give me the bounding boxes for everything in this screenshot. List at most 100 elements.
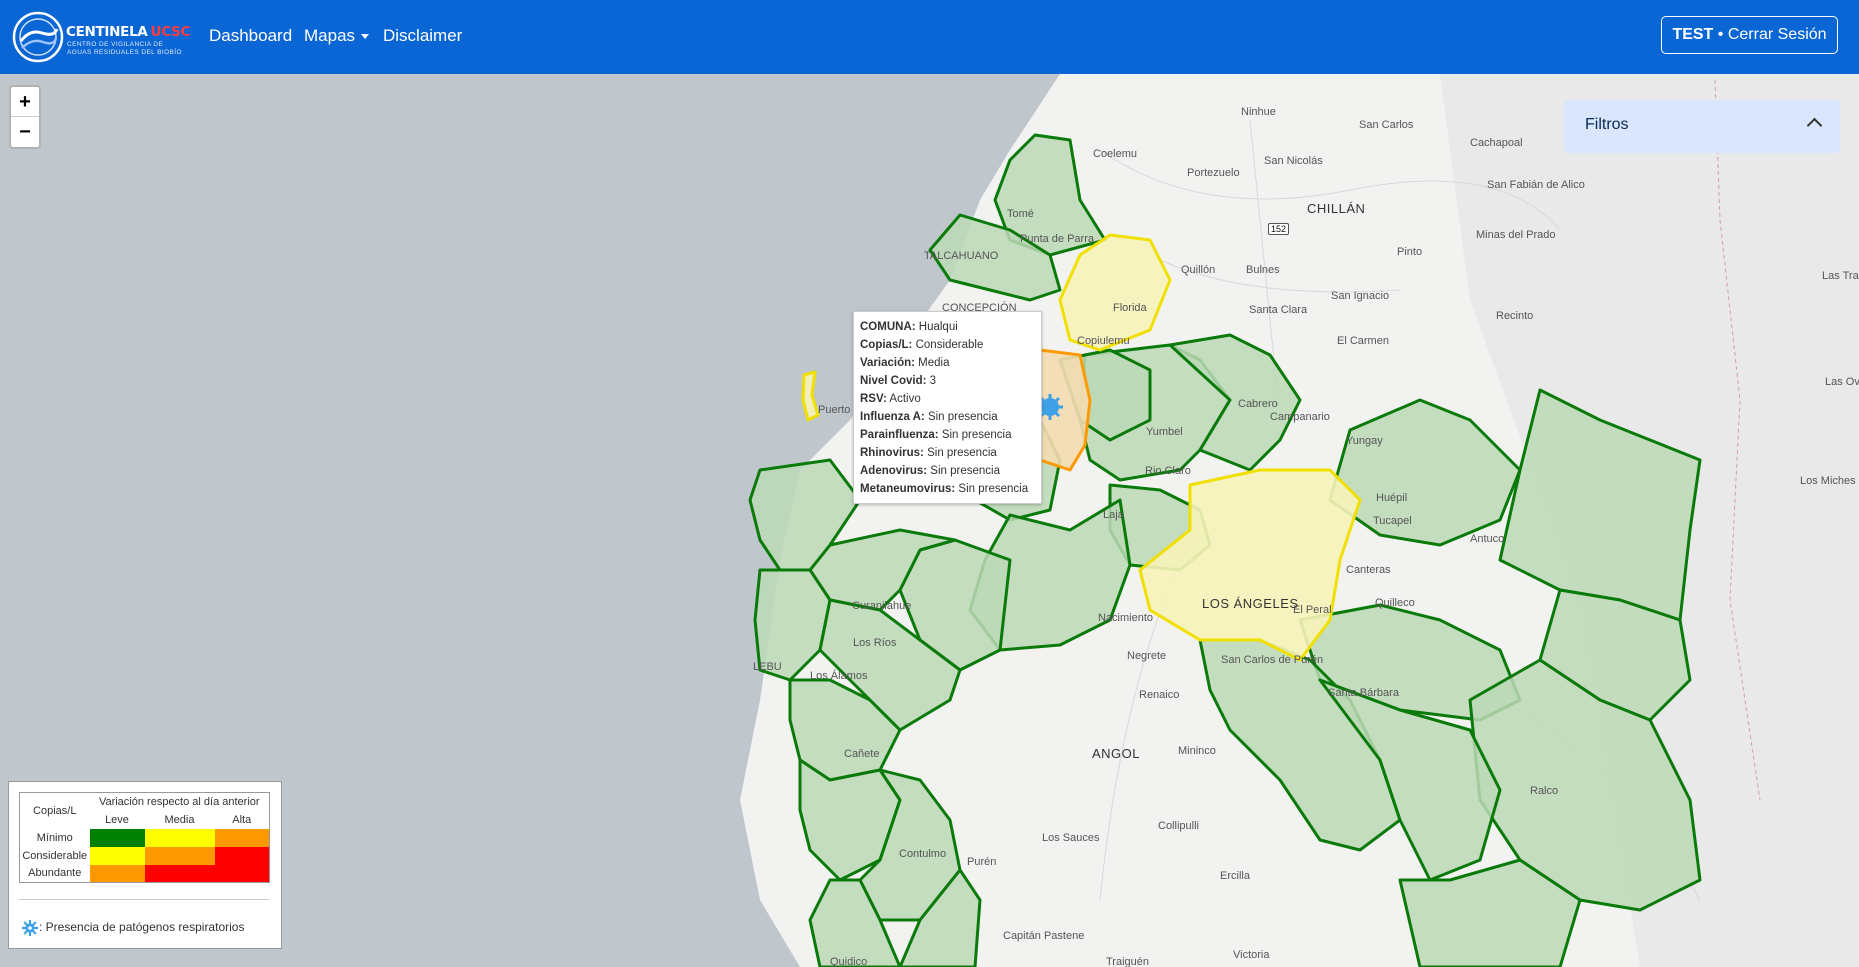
place-label: Las Ov <box>1825 376 1859 388</box>
pathogen-presence-icon <box>21 919 39 937</box>
legend-row-header: Considerable <box>22 849 88 862</box>
legend-swatch <box>89 846 145 865</box>
place-label: Yungay <box>1346 435 1383 447</box>
place-label: Los Ríos <box>853 637 897 649</box>
place-label: ANGOL <box>1092 746 1141 761</box>
legend-swatch <box>214 846 270 865</box>
place-label: Puerto <box>818 404 851 416</box>
legend-swatch <box>144 864 215 883</box>
legend-table: Copias/L Variación respecto al día anter… <box>19 792 270 883</box>
legend-row-header: Mínimo <box>36 831 73 844</box>
place-label: Bulnes <box>1246 264 1280 276</box>
legend-variacion-header: Variación respecto al día anterior <box>98 795 260 808</box>
place-label: Victoria <box>1233 949 1270 961</box>
place-label: Los Álamos <box>810 670 868 682</box>
place-label: Rio Claro <box>1145 465 1191 477</box>
place-label: Nacimiento <box>1098 612 1154 624</box>
place-label: Cachapoal <box>1470 137 1523 149</box>
brand-name: CENTINELA UCSC <box>66 24 191 40</box>
place-label: Antuco <box>1470 533 1505 545</box>
place-label: El Carmen <box>1337 335 1389 347</box>
legend-col-header: Media <box>164 813 195 826</box>
tooltip-row: Adenovirus: Sin presencia <box>860 465 1000 477</box>
place-label: San Ignacio <box>1331 290 1390 302</box>
place-label: Negrete <box>1127 650 1167 662</box>
place-label: LOS ÁNGELES <box>1202 596 1299 611</box>
place-label: Recinto <box>1496 310 1534 322</box>
brand-subtitle-line2: AGUAS RESIDUALES DEL BIOBÍO <box>67 49 182 56</box>
place-label: Capitán Pastene <box>1003 930 1085 942</box>
place-label: Pinto <box>1397 246 1423 258</box>
place-label: Renaico <box>1139 689 1180 701</box>
place-label: Collipulli <box>1158 820 1199 832</box>
commune-tooltip: COMUNA: Hualqui Copias/L: Considerable V… <box>853 311 1042 504</box>
tooltip-row: Metaneumovirus: Sin presencia <box>860 483 1029 495</box>
centinela-emblem-icon <box>12 11 64 63</box>
tooltip-row: Rhinovirus: Sin presencia <box>860 447 997 459</box>
legend-swatch <box>144 828 215 847</box>
brand-logo[interactable]: CENTINELA UCSC CENTRO DE VIGILANCIA DE AG… <box>12 11 190 63</box>
place-label: Portezuelo <box>1187 167 1240 179</box>
chevron-up-icon <box>1806 117 1823 134</box>
zoom-control: + − <box>9 85 41 149</box>
place-label: Curanilahue <box>852 600 912 612</box>
place-label: Mininco <box>1178 745 1216 757</box>
legend-swatch <box>89 864 145 883</box>
place-label: Copiulemu <box>1077 335 1130 347</box>
place-label: Purén <box>967 856 997 868</box>
legend-col-header: Alta <box>232 813 252 826</box>
legend-swatch <box>214 864 270 883</box>
place-label: Santa Bárbara <box>1328 687 1399 699</box>
place-label: Quidico <box>830 956 868 967</box>
place-label: Campanario <box>1270 411 1330 423</box>
place-label: LEBU <box>753 661 782 673</box>
nav-disclaimer-link[interactable]: Disclaimer <box>383 26 462 46</box>
place-label: Tomé <box>1007 208 1034 220</box>
place-label: Los Miches <box>1800 475 1856 487</box>
place-label: Punta de Parra <box>1020 233 1094 245</box>
tooltip-row: COMUNA: Hualqui <box>860 321 958 333</box>
place-label: San Nicolás <box>1264 155 1323 167</box>
place-label: Los Sauces <box>1042 832 1100 844</box>
place-label: Contulmo <box>899 848 947 860</box>
legend-presence-note: : Presencia de patógenos respiratorios <box>21 919 244 937</box>
logout-button[interactable]: TEST • Cerrar Sesión <box>1661 16 1838 54</box>
brand-subtitle-line1: CENTRO DE VIGILANCIA DE <box>67 41 164 48</box>
legend-col-header: Leve <box>105 813 129 826</box>
place-label: Santa Clara <box>1249 304 1308 316</box>
filters-title: Filtros <box>1585 116 1629 133</box>
tooltip-row: Copias/L: Considerable <box>860 339 984 351</box>
zoom-in-button[interactable]: + <box>11 87 39 117</box>
tooltip-row: Variación: Media <box>860 357 950 369</box>
legend-swatch <box>214 828 270 847</box>
caret-down-icon <box>361 34 370 40</box>
place-label: Florida <box>1113 302 1147 314</box>
legend-divider <box>19 899 269 900</box>
top-navbar: CENTINELA UCSC CENTRO DE VIGILANCIA DE AG… <box>0 0 1859 74</box>
legend-swatch <box>89 828 145 847</box>
zoom-out-button[interactable]: − <box>11 117 39 147</box>
place-label: Coelemu <box>1093 148 1138 160</box>
place-label: Ercilla <box>1220 870 1250 882</box>
tooltip-row: Influenza A: Sin presencia <box>860 411 998 423</box>
place-label: Tucapel <box>1373 515 1412 527</box>
legend-swatch <box>144 846 215 865</box>
place-label: Cabrero <box>1238 398 1278 410</box>
place-label: CHILLÁN <box>1307 201 1366 216</box>
nav-mapas-dropdown[interactable]: Mapas <box>304 26 370 46</box>
place-label: Cañete <box>844 748 880 760</box>
place-label: Huépil <box>1376 492 1408 504</box>
place-label: Minas del Prado <box>1476 229 1556 241</box>
place-label: Quilleco <box>1375 597 1415 609</box>
place-label: Traiguén <box>1106 956 1150 967</box>
tooltip-row: Parainfluenza: Sin presencia <box>860 429 1012 441</box>
filters-panel-toggle[interactable]: Filtros <box>1564 100 1840 153</box>
road-shield: 152 <box>1268 223 1290 235</box>
place-label: Ralco <box>1530 785 1559 797</box>
place-label: Yumbel <box>1146 426 1183 438</box>
place-label: Canteras <box>1346 564 1391 576</box>
place-label: Las Trancas <box>1822 270 1859 282</box>
place-label: San Carlos de Purén <box>1221 654 1324 666</box>
legend-copias-header: Copias/L <box>33 804 77 817</box>
nav-dashboard-link[interactable]: Dashboard <box>209 26 292 46</box>
